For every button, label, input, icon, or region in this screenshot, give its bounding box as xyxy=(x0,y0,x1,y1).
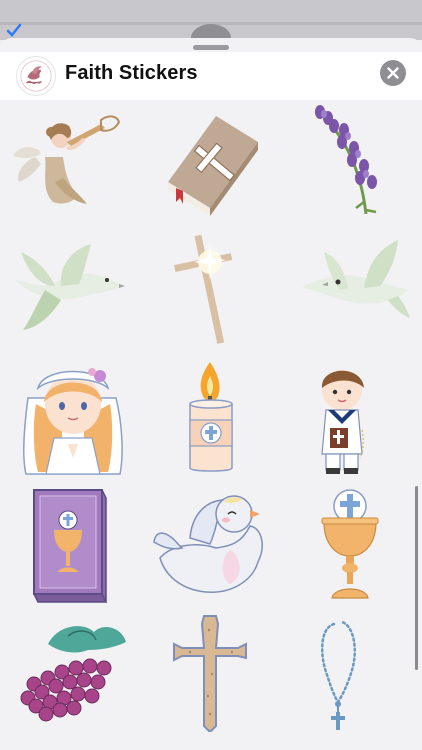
page-title: Faith Stickers xyxy=(65,62,198,84)
sticker-rosary[interactable] xyxy=(290,614,420,732)
sticker-dove-flying-right[interactable] xyxy=(288,230,418,348)
dove-olive-branch-icon xyxy=(20,60,52,92)
sticker-chalice-with-host[interactable] xyxy=(290,486,420,604)
sticker-purple-book-chalice[interactable] xyxy=(8,486,138,604)
sheet-header: Faith Stickers xyxy=(0,52,422,100)
sticker-glowing-cross[interactable] xyxy=(146,230,276,348)
sticker-wooden-cross[interactable] xyxy=(146,614,276,732)
sticker-communion-girl[interactable] xyxy=(8,358,138,476)
sheet-grabber[interactable] xyxy=(193,45,229,50)
sticker-candle-with-cross[interactable] xyxy=(146,358,276,476)
sticker-sheet: Faith Stickers xyxy=(0,38,422,750)
sticker-grapes[interactable] xyxy=(8,614,138,732)
sticker-lavender-sprig[interactable] xyxy=(290,102,420,220)
sticker-communion-boy[interactable] xyxy=(290,358,420,476)
background-status-area xyxy=(0,0,422,52)
sticker-dove-flying-left[interactable] xyxy=(5,230,135,348)
sticker-cute-dove[interactable] xyxy=(146,486,276,604)
sticker-grid xyxy=(0,100,422,750)
sticker-bible-with-cross[interactable] xyxy=(146,102,276,220)
app-icon xyxy=(16,56,56,96)
close-button[interactable] xyxy=(380,60,406,86)
checkmark-icon xyxy=(6,23,22,37)
vertical-scrollbar[interactable] xyxy=(415,486,418,670)
close-icon xyxy=(387,67,399,79)
sticker-angel-trumpet[interactable] xyxy=(5,102,135,220)
